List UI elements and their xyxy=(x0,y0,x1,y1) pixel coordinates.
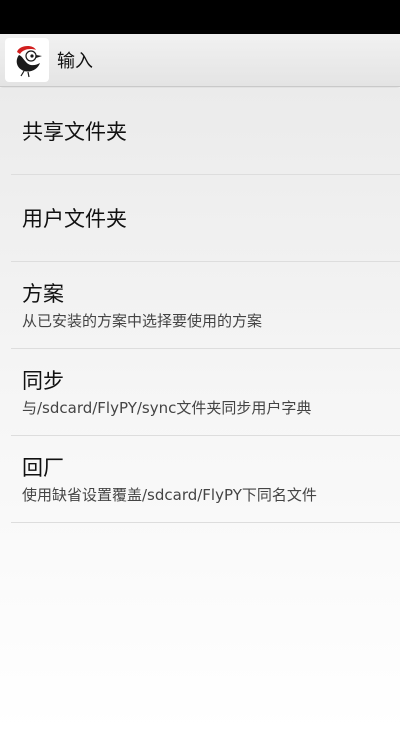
pref-schema[interactable]: 方案 从已安装的方案中选择要使用的方案 xyxy=(0,262,400,349)
pref-reset[interactable]: 回厂 使用缺省设置覆盖/sdcard/FlyPY下同名文件 xyxy=(0,436,400,523)
pref-title: 共享文件夹 xyxy=(22,119,127,144)
app-title: 输入 xyxy=(57,51,93,72)
pref-user-folder[interactable]: 用户文件夹 xyxy=(0,175,400,262)
pref-shared-folder[interactable]: 共享文件夹 xyxy=(0,88,400,175)
pref-title: 同步 xyxy=(22,368,64,393)
status-bar xyxy=(0,0,400,34)
pref-summary: 从已安装的方案中选择要使用的方案 xyxy=(22,311,263,330)
pref-title: 用户文件夹 xyxy=(22,206,127,231)
bird-logo-icon[interactable] xyxy=(5,38,49,82)
pref-title: 回厂 xyxy=(22,455,64,480)
preference-list: 共享文件夹 用户文件夹 方案 从已安装的方案中选择要使用的方案 同步 与/sdc… xyxy=(0,88,400,523)
pref-title: 方案 xyxy=(22,281,64,306)
pref-summary: 与/sdcard/FlyPY/sync文件夹同步用户字典 xyxy=(22,398,312,417)
pref-summary: 使用缺省设置覆盖/sdcard/FlyPY下同名文件 xyxy=(22,485,317,504)
preference-screen: 共享文件夹 用户文件夹 方案 从已安装的方案中选择要使用的方案 同步 与/sdc… xyxy=(0,88,400,732)
pref-sync[interactable]: 同步 与/sdcard/FlyPY/sync文件夹同步用户字典 xyxy=(0,349,400,436)
action-bar: 输入 xyxy=(0,34,400,87)
